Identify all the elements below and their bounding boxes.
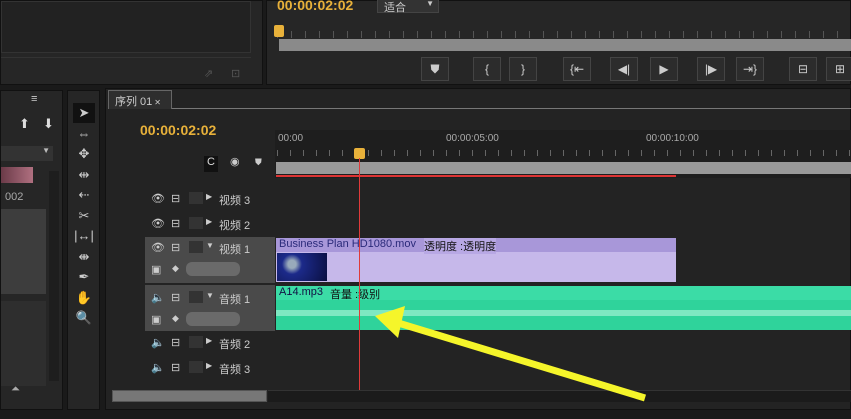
annotation-arrow (375, 306, 647, 402)
